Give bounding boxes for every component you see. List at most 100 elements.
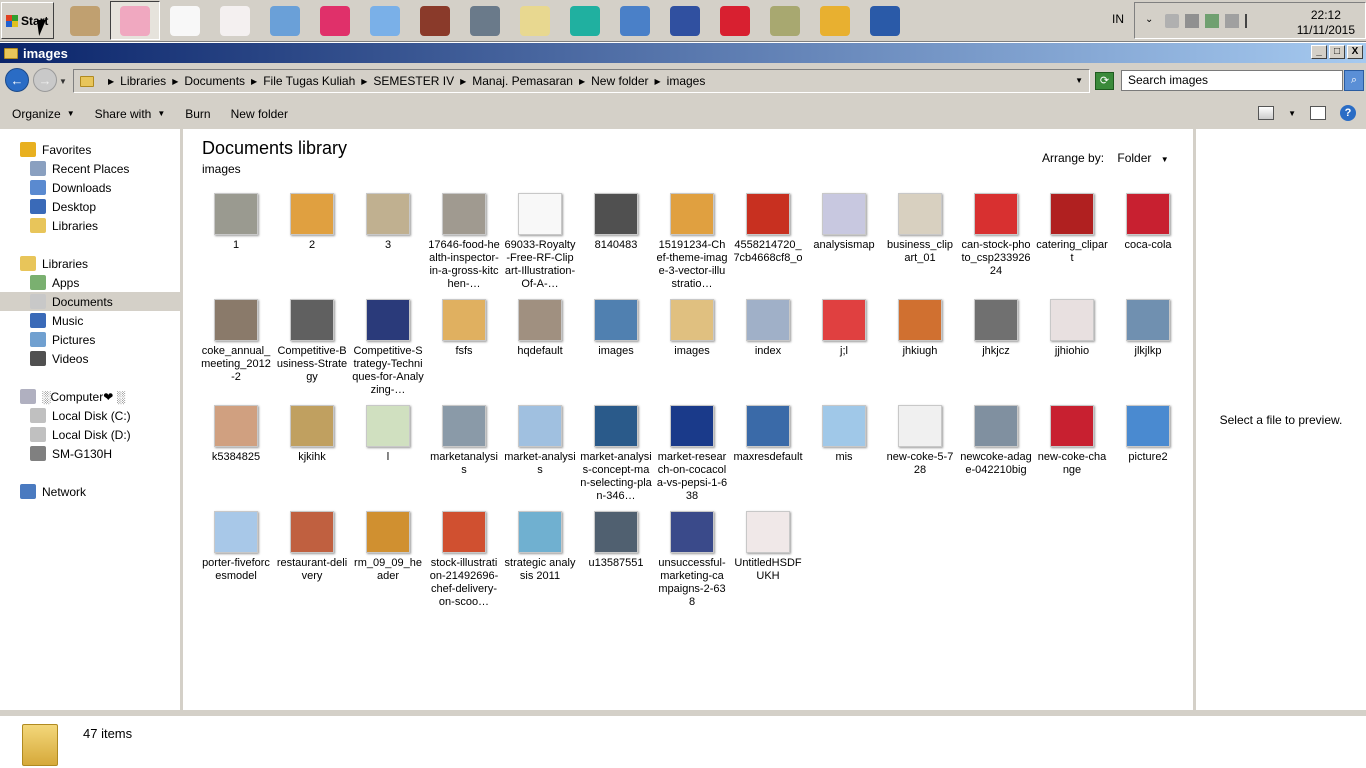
breadcrumb-arrow-icon[interactable]: ▶ (460, 77, 466, 86)
arrange-by-value[interactable]: Folder (1117, 151, 1151, 165)
file-item[interactable]: UntitledHSDFUKH (732, 511, 804, 583)
file-item[interactable]: kjkihk (276, 405, 348, 464)
file-item[interactable]: 3 (352, 193, 424, 252)
file-item[interactable]: strategic analysis 2011 (504, 511, 576, 583)
file-item[interactable]: jhkjcz (960, 299, 1032, 358)
file-item[interactable]: new-coke-5-728 (884, 405, 956, 477)
file-item[interactable]: newcoke-adage-042210big (960, 405, 1032, 477)
minimize-button[interactable]: _ (1311, 45, 1327, 59)
chevron-down-icon[interactable]: ▼ (1161, 155, 1169, 164)
nav-item-libraries[interactable]: Libraries (0, 216, 180, 235)
nav-item-desktop[interactable]: Desktop (0, 197, 180, 216)
file-item[interactable]: 4558214720_7cb4668cf8_o (732, 193, 804, 265)
breadcrumb-arrow-icon[interactable]: ▶ (172, 77, 178, 86)
quick-launch-item[interactable] (860, 1, 910, 40)
quick-launch-item[interactable] (710, 1, 760, 40)
action-center-flag-icon[interactable] (1245, 13, 1259, 28)
file-item[interactable]: jlkjlkp (1112, 299, 1184, 358)
file-item[interactable]: stock-illustration-21492696-chef-deliver… (428, 511, 500, 609)
help-icon[interactable]: ? (1340, 105, 1356, 121)
quick-launch-item[interactable] (610, 1, 660, 40)
nav-item-documents[interactable]: Documents (0, 292, 180, 311)
file-item[interactable]: coca-cola (1112, 193, 1184, 252)
breadcrumb-item[interactable]: Libraries (120, 74, 166, 88)
quick-launch-item[interactable] (460, 1, 510, 40)
share-with-button[interactable]: Share with ▼ (95, 107, 166, 121)
file-item[interactable]: mis (808, 405, 880, 464)
address-dropdown[interactable]: ▼ (1075, 76, 1083, 85)
quick-launch-item[interactable] (260, 1, 310, 40)
file-item[interactable]: rm_09_09_header (352, 511, 424, 583)
power-icon[interactable] (1225, 13, 1239, 28)
quick-launch-item[interactable] (360, 1, 410, 40)
maximize-button[interactable]: □ (1329, 45, 1345, 59)
breadcrumb-arrow-icon[interactable]: ▶ (108, 77, 114, 86)
file-item[interactable]: business_clipart_01 (884, 193, 956, 265)
quick-launch-item[interactable] (210, 1, 260, 40)
file-item[interactable]: market-analysis (504, 405, 576, 477)
search-input[interactable]: Search images (1121, 70, 1343, 91)
chevron-down-icon[interactable]: ⌄ (1145, 14, 1159, 28)
quick-launch-item[interactable] (410, 1, 460, 40)
file-item[interactable]: 15191234-Chef-theme-image-3-vector-illus… (656, 193, 728, 291)
nav-item-phone[interactable]: SM-G130H (0, 444, 180, 463)
preview-pane-icon[interactable] (1310, 106, 1326, 120)
file-item[interactable]: maxresdefault (732, 405, 804, 464)
network-tray-icon[interactable] (1205, 13, 1219, 28)
back-button[interactable]: ← (5, 68, 29, 92)
nav-item-star[interactable]: Favorites (0, 140, 180, 159)
file-item[interactable]: new-coke-change (1036, 405, 1108, 477)
breadcrumb-item[interactable]: SEMESTER IV (373, 74, 454, 88)
breadcrumb-arrow-icon[interactable]: ▶ (579, 77, 585, 86)
file-item[interactable]: hqdefault (504, 299, 576, 358)
file-item[interactable]: images (656, 299, 728, 358)
usb-icon[interactable] (1185, 13, 1199, 28)
nav-item-music[interactable]: Music (0, 311, 180, 330)
breadcrumb-item[interactable]: Documents (184, 74, 245, 88)
view-options-dropdown[interactable]: ▼ (1288, 109, 1296, 118)
quick-launch-item[interactable] (810, 1, 860, 40)
file-item[interactable]: fsfs (428, 299, 500, 358)
nav-item-libraries[interactable]: Libraries (0, 254, 180, 273)
file-item[interactable]: 2 (276, 193, 348, 252)
nav-item-disk[interactable]: Local Disk (C:) (0, 406, 180, 425)
file-item[interactable]: coke_annual_meeting_2012-2 (200, 299, 272, 384)
volume-icon[interactable] (1165, 13, 1179, 28)
quick-launch-item[interactable] (510, 1, 560, 40)
file-item[interactable]: index (732, 299, 804, 358)
file-item[interactable]: 69033-Royalty-Free-RF-Clipart-Illustrati… (504, 193, 576, 291)
burn-button[interactable]: Burn (185, 107, 210, 121)
breadcrumb-arrow-icon[interactable]: ▶ (361, 77, 367, 86)
breadcrumb-item[interactable]: Manaj. Pemasaran (472, 74, 573, 88)
file-item[interactable]: porter-fiveforcesmodel (200, 511, 272, 583)
address-bar[interactable]: ▶ Libraries ▶ Documents ▶ File Tugas Kuliah ▶… (73, 69, 1090, 93)
file-item[interactable]: 8140483 (580, 193, 652, 252)
file-item[interactable]: catering_clipart (1036, 193, 1108, 265)
breadcrumb-item[interactable]: images (667, 74, 706, 88)
file-item[interactable]: jhkiugh (884, 299, 956, 358)
breadcrumb-item[interactable]: New folder (591, 74, 648, 88)
recent-pages-dropdown[interactable]: ▼ (59, 77, 67, 86)
file-item[interactable]: restaurant-delivery (276, 511, 348, 583)
quick-launch-item[interactable] (310, 1, 360, 40)
breadcrumb-arrow-icon[interactable]: ▶ (655, 77, 661, 86)
nav-item-disk[interactable]: Local Disk (D:) (0, 425, 180, 444)
quick-launch-item[interactable] (560, 1, 610, 40)
close-button[interactable]: X (1347, 45, 1363, 59)
file-item[interactable]: Competitive-Strategy-Techniques-for-Anal… (352, 299, 424, 397)
file-item[interactable]: u13587551 (580, 511, 652, 570)
language-indicator[interactable]: IN (1112, 12, 1124, 26)
file-item[interactable]: picture2 (1112, 405, 1184, 464)
file-item[interactable]: jjhiohio (1036, 299, 1108, 358)
file-item[interactable]: images (580, 299, 652, 358)
file-item[interactable]: Competitive-Business-Strategy (276, 299, 348, 384)
file-item[interactable]: can-stock-photo_csp23392624 (960, 193, 1032, 278)
new-folder-button[interactable]: New folder (231, 107, 288, 121)
quick-launch-item[interactable] (110, 1, 160, 40)
refresh-button[interactable]: ⟳ (1095, 72, 1114, 90)
file-item[interactable]: market-analysis-concept-man-selecting-pl… (580, 405, 652, 503)
quick-launch-item[interactable] (760, 1, 810, 40)
file-item[interactable]: 1 (200, 193, 272, 252)
search-button[interactable]: ⌕ (1344, 70, 1364, 91)
quick-launch-item[interactable] (660, 1, 710, 40)
